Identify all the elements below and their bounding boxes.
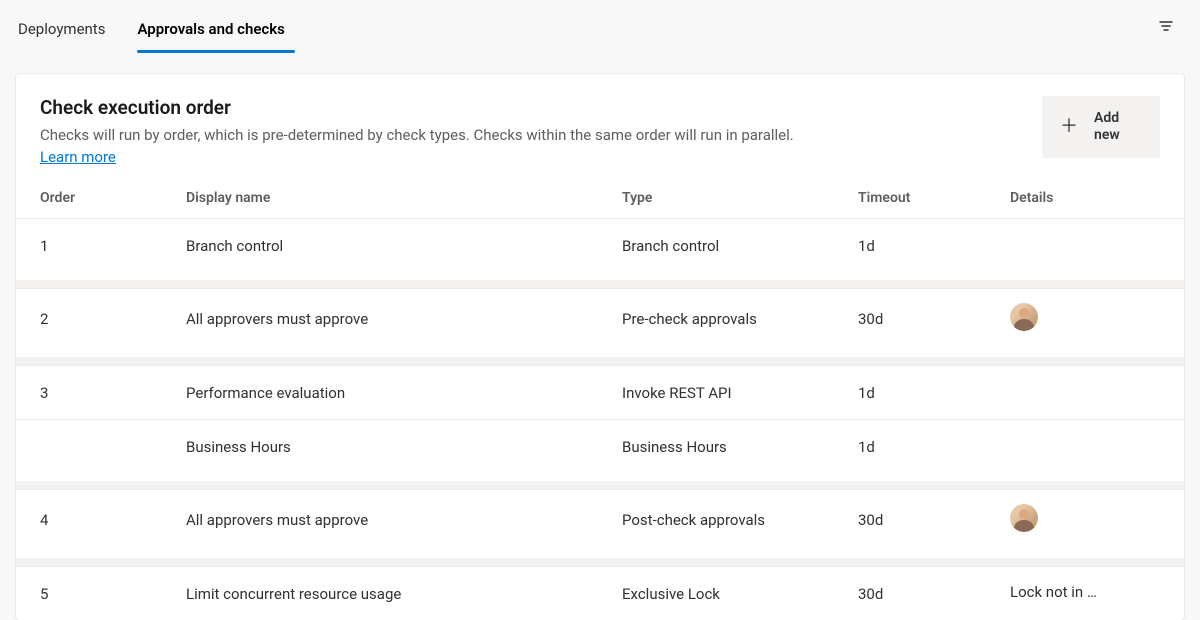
cell-display-name: Performance evaluation xyxy=(186,384,622,402)
cell-display-name: All approvers must approve xyxy=(186,511,622,529)
cell-timeout: 30d xyxy=(858,585,1010,603)
cell-display-name: Business Hours xyxy=(186,438,622,456)
cell-timeout: 1d xyxy=(858,237,1010,255)
cell-order: 4 xyxy=(40,511,186,529)
cell-order: 5 xyxy=(40,585,186,603)
cell-details: Lock not in … xyxy=(1010,583,1160,605)
cell-timeout: 1d xyxy=(858,438,1010,456)
table-row[interactable]: 3 Performance evaluation Invoke REST API… xyxy=(16,365,1184,419)
order-group-4: 4 All approvers must approve Post-check … xyxy=(16,489,1184,550)
col-header-details[interactable]: Details xyxy=(1010,190,1160,206)
approver-avatar xyxy=(1010,303,1038,331)
cell-type: Invoke REST API xyxy=(622,384,858,402)
table-row[interactable]: 1 Branch control Branch control 1d xyxy=(16,218,1184,272)
details-text: Lock not in … xyxy=(1010,583,1097,601)
add-new-button[interactable]: ＋ Add new xyxy=(1042,96,1160,158)
add-new-label: Add new xyxy=(1094,110,1138,144)
card-header: Check execution order Checks will run by… xyxy=(16,74,1184,184)
order-group-1: 1 Branch control Branch control 1d xyxy=(16,218,1184,272)
cell-order: 3 xyxy=(40,384,186,402)
cell-timeout: 30d xyxy=(858,511,1010,529)
cell-type: Pre-check approvals xyxy=(622,310,858,328)
cell-details xyxy=(1010,303,1160,335)
card-title: Check execution order xyxy=(40,96,1042,119)
cell-order: 2 xyxy=(40,310,186,328)
cell-timeout: 30d xyxy=(858,310,1010,328)
table-row[interactable]: 5 Limit concurrent resource usage Exclus… xyxy=(16,566,1184,620)
col-header-timeout[interactable]: Timeout xyxy=(858,190,1010,206)
cell-timeout: 1d xyxy=(858,384,1010,402)
checks-card: Check execution order Checks will run by… xyxy=(16,74,1184,620)
cell-display-name: Limit concurrent resource usage xyxy=(186,585,622,603)
table-row[interactable]: 2 All approvers must approve Pre-check a… xyxy=(16,288,1184,349)
order-group-5: 5 Limit concurrent resource usage Exclus… xyxy=(16,566,1184,620)
approver-avatar xyxy=(1010,504,1038,532)
cell-type: Post-check approvals xyxy=(622,511,858,529)
col-header-type[interactable]: Type xyxy=(622,190,858,206)
cell-type: Exclusive Lock xyxy=(622,585,858,603)
order-group-3: 3 Performance evaluation Invoke REST API… xyxy=(16,365,1184,473)
filter-icon[interactable] xyxy=(1150,10,1182,46)
card-description: Checks will run by order, which is pre-d… xyxy=(40,125,1042,146)
cell-type: Branch control xyxy=(622,237,858,255)
cell-type: Business Hours xyxy=(622,438,858,456)
tabs-bar: Deployments Approvals and checks xyxy=(0,0,1200,56)
cell-display-name: Branch control xyxy=(186,237,622,255)
order-group-2: 2 All approvers must approve Pre-check a… xyxy=(16,288,1184,349)
tab-approvals-and-checks[interactable]: Approvals and checks xyxy=(137,4,294,52)
col-header-order[interactable]: Order xyxy=(40,190,186,206)
cell-order: 1 xyxy=(40,237,186,255)
table-row[interactable]: Business Hours Business Hours 1d xyxy=(16,419,1184,473)
cell-display-name: All approvers must approve xyxy=(186,310,622,328)
table-header: Order Display name Type Timeout Details xyxy=(16,184,1184,218)
col-header-display-name[interactable]: Display name xyxy=(186,190,622,206)
tab-deployments[interactable]: Deployments xyxy=(18,4,115,52)
plus-icon: ＋ xyxy=(1060,118,1078,136)
checks-table: Order Display name Type Timeout Details … xyxy=(16,184,1184,620)
table-row[interactable]: 4 All approvers must approve Post-check … xyxy=(16,489,1184,550)
learn-more-link[interactable]: Learn more xyxy=(40,148,116,166)
cell-details xyxy=(1010,504,1160,536)
